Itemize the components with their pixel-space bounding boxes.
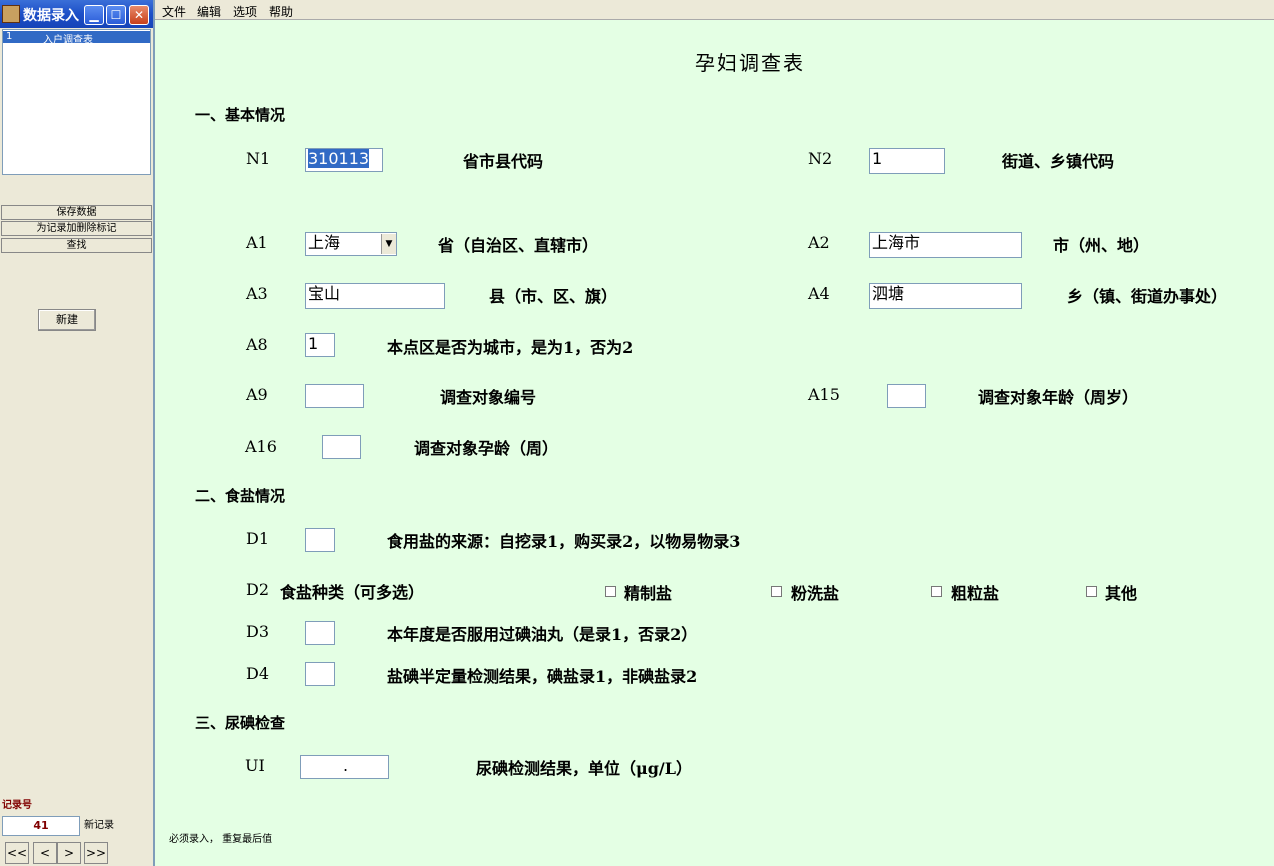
a2-label: 市（州、地） (1053, 236, 1150, 255)
d1-code: D1 (246, 529, 270, 548)
section-salt: 二、食盐情况 (195, 487, 286, 505)
a15-label: 调查对象年龄（周岁） (978, 388, 1139, 407)
n1-input[interactable]: 310113 (305, 148, 383, 172)
close-icon: ✕ (133, 8, 145, 22)
n2-input[interactable]: 1 (869, 148, 945, 174)
record-number-field[interactable]: 41 (2, 816, 80, 836)
section-urine: 三、尿碘检查 (195, 714, 286, 732)
title-bar[interactable]: 数据录入 ▁ ☐ ✕ (0, 0, 153, 28)
a4-input[interactable]: 泗塘 (869, 283, 1022, 309)
d4-input[interactable] (305, 662, 335, 686)
survey-form: 孕妇调查表 一、基本情况 N1 310113 省市县代码 N2 1 街道、乡镇代… (155, 20, 1274, 866)
n1-label: 省市县代码 (463, 152, 544, 171)
a15-input[interactable] (887, 384, 926, 408)
d2-option-checkbox[interactable] (771, 586, 782, 597)
maximize-icon: ☐ (110, 8, 122, 22)
d2-option-checkbox[interactable] (931, 586, 942, 597)
d2-option-checkbox[interactable] (1086, 586, 1097, 597)
a3-label: 县（市、区、旗） (489, 287, 618, 306)
a3-input[interactable]: 宝山 (305, 283, 445, 309)
a16-label: 调查对象孕龄（周） (414, 439, 559, 458)
window-title: 数据录入 (23, 8, 79, 24)
minimize-button[interactable]: ▁ (84, 5, 104, 25)
app-icon (2, 5, 20, 23)
a1-code: A1 (246, 233, 268, 252)
d2-option-checkbox[interactable] (605, 586, 616, 597)
last-record-button[interactable]: >> (84, 842, 108, 864)
a8-input[interactable]: 1 (305, 333, 335, 357)
d2-option-label: 粉洗盐 (791, 584, 840, 603)
ui-code: UI (245, 756, 265, 775)
left-panel: 数据录入 ▁ ☐ ✕ 1 入户调查表 保存数据 为记录加删除标记 查找 新建 记… (0, 0, 155, 866)
first-record-button[interactable]: << (5, 842, 29, 864)
minimize-icon: ▁ (89, 8, 99, 22)
n2-label: 街道、乡镇代码 (1002, 152, 1115, 171)
record-number-label: 记录号 (2, 800, 32, 811)
a1-select[interactable]: 上海 ▼ (305, 232, 397, 256)
d2-option-label: 精制盐 (624, 584, 673, 603)
menu-bar: 文件 编辑 选项 帮助 (155, 0, 1274, 20)
a3-code: A3 (246, 284, 268, 303)
d4-code: D4 (246, 664, 270, 683)
a15-code: A15 (808, 385, 840, 404)
chevron-down-icon[interactable]: ▼ (381, 234, 396, 254)
mark-delete-button[interactable]: 为记录加删除标记 (1, 221, 152, 236)
a4-code: A4 (808, 284, 830, 303)
list-item-number: 1 (6, 31, 13, 42)
ui-input[interactable]: . (300, 755, 389, 779)
d2-option-label: 其他 (1105, 584, 1138, 603)
maximize-button[interactable]: ☐ (106, 5, 126, 25)
d1-label: 食用盐的来源：自挖录1，购买录2，以物易物录3 (387, 532, 741, 551)
d3-code: D3 (246, 622, 270, 641)
a16-code: A16 (245, 437, 277, 456)
n1-code: N1 (246, 149, 271, 168)
list-item[interactable]: 1 入户调查表 (3, 31, 150, 46)
d2-code: D2 (246, 580, 270, 599)
a8-code: A8 (246, 335, 268, 354)
a16-input[interactable] (322, 435, 361, 459)
section-basic: 一、基本情况 (195, 106, 286, 124)
list-item-label: 入户调查表 (43, 35, 93, 46)
d4-label: 盐碘半定量检测结果，碘盐录1，非碘盐录2 (387, 667, 698, 686)
a9-input[interactable] (305, 384, 364, 408)
a1-value: 上海 (308, 233, 341, 252)
menu-file[interactable]: 文件 (162, 3, 186, 20)
form-list[interactable]: 1 入户调查表 (2, 29, 151, 175)
new-button[interactable]: 新建 (38, 309, 96, 331)
record-status: 新记录 (84, 820, 114, 831)
a1-label: 省（自治区、直辖市） (438, 236, 599, 255)
a2-code: A2 (808, 233, 830, 252)
menu-options[interactable]: 选项 (233, 3, 257, 20)
a4-label: 乡（镇、街道办事处） (1067, 287, 1228, 306)
a9-label: 调查对象编号 (440, 388, 537, 407)
save-button[interactable]: 保存数据 (1, 205, 152, 220)
find-button[interactable]: 查找 (1, 238, 152, 253)
footnote: 必须录入， 重复最后值 (169, 834, 273, 845)
d3-label: 本年度是否服用过碘油丸（是录1，否录2） (387, 625, 698, 644)
n2-code: N2 (808, 149, 833, 168)
next-record-button[interactable]: > (57, 842, 81, 864)
a2-input[interactable]: 上海市 (869, 232, 1022, 258)
a9-code: A9 (246, 385, 268, 404)
prev-record-button[interactable]: < (33, 842, 57, 864)
d3-input[interactable] (305, 621, 335, 645)
n1-value: 310113 (308, 149, 370, 168)
menu-edit[interactable]: 编辑 (197, 3, 221, 20)
form-title: 孕妇调查表 (695, 51, 805, 75)
ui-label: 尿碘检测结果，单位（μg/L） (476, 759, 692, 778)
a8-label: 本点区是否为城市，是为1，否为2 (387, 338, 634, 357)
d1-input[interactable] (305, 528, 335, 552)
menu-help[interactable]: 帮助 (269, 3, 293, 20)
close-button[interactable]: ✕ (129, 5, 149, 25)
d2-label: 食盐种类（可多选） (280, 583, 425, 602)
d2-option-label: 粗粒盐 (951, 584, 1000, 603)
